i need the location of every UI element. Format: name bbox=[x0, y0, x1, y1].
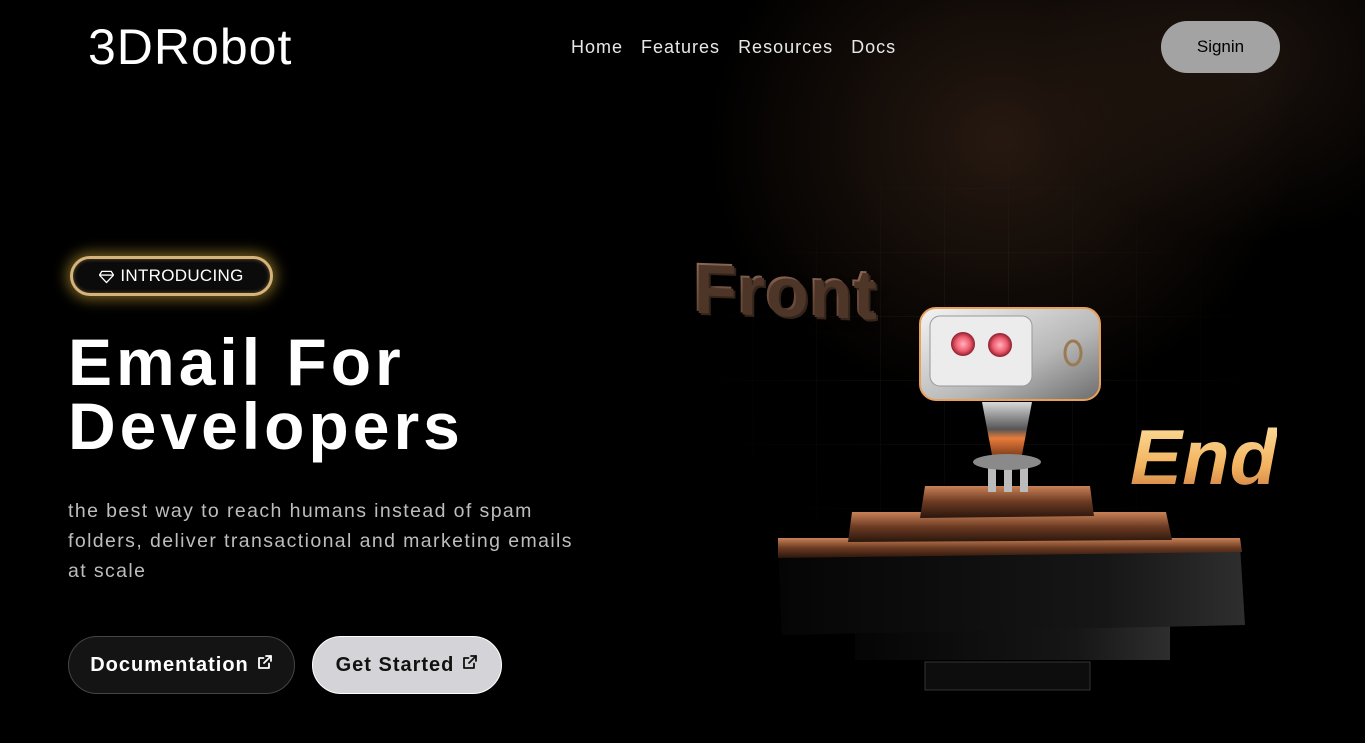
documentation-button[interactable]: Documentation bbox=[68, 636, 295, 694]
hero-subtext: the best way to reach humans instead of … bbox=[68, 500, 573, 582]
headline-line-2: Developers bbox=[68, 389, 464, 463]
get-started-button[interactable]: Get Started bbox=[312, 636, 502, 694]
headline-line-1: Email For bbox=[68, 325, 405, 399]
external-link-icon bbox=[463, 655, 478, 669]
introducing-badge: INTRODUCING bbox=[70, 256, 273, 296]
get-started-label: Get Started bbox=[335, 653, 455, 676]
nav-resources[interactable]: Resources bbox=[738, 37, 833, 58]
signin-button[interactable]: Signin bbox=[1161, 21, 1280, 73]
nav-docs[interactable]: Docs bbox=[851, 37, 896, 58]
documentation-label: Documentation bbox=[90, 653, 249, 676]
external-link-icon bbox=[257, 655, 272, 669]
main-nav: Home Features Resources Docs bbox=[571, 37, 896, 58]
logo[interactable]: 3DRobot bbox=[88, 18, 292, 76]
badge-label: INTRODUCING bbox=[120, 266, 244, 285]
hero-headline: Email For Developers bbox=[68, 325, 464, 463]
illustration-word-end: End bbox=[1130, 413, 1278, 501]
diamond-icon bbox=[99, 270, 115, 283]
nav-home[interactable]: Home bbox=[571, 37, 623, 58]
nav-features[interactable]: Features bbox=[641, 37, 720, 58]
